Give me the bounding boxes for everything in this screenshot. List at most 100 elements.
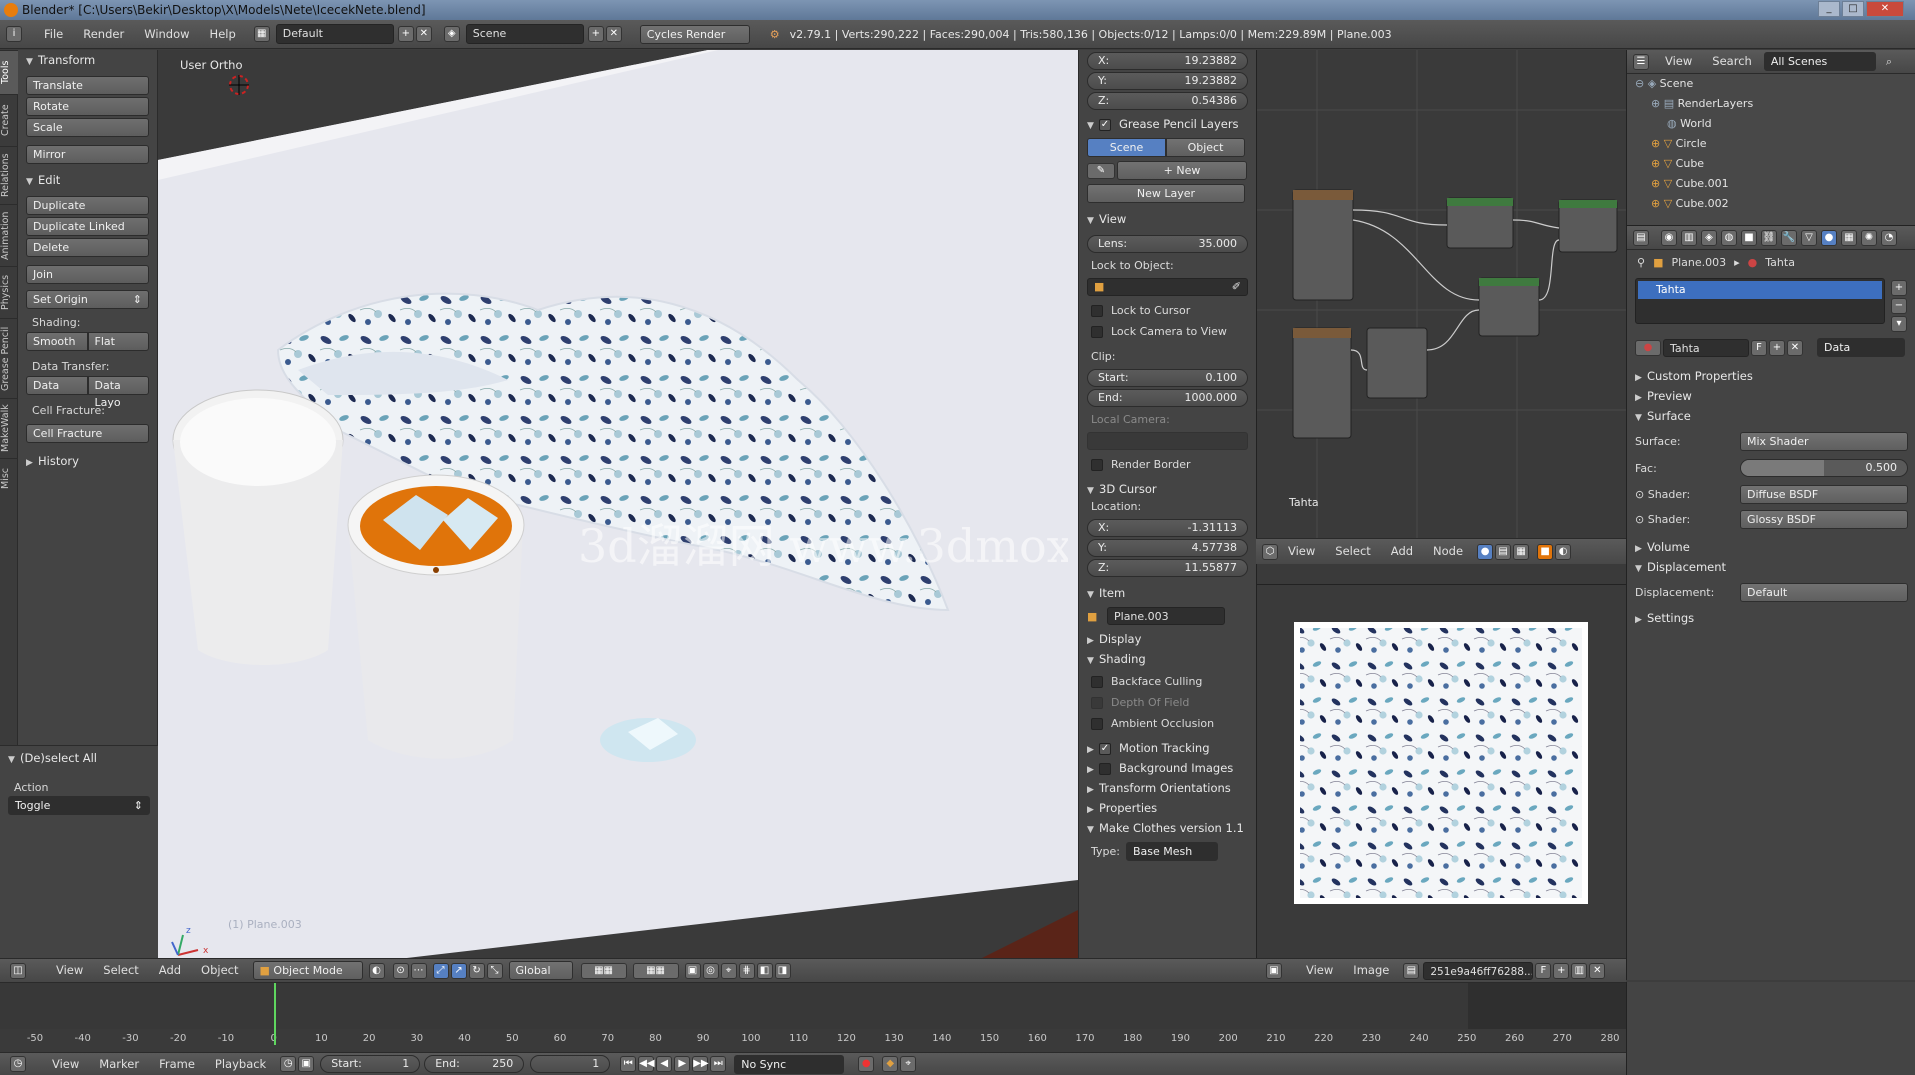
node-menu-add[interactable]: Add (1381, 537, 1423, 566)
cursor-x-field[interactable]: X: -1.31113 (1087, 519, 1248, 537)
snap-icon[interactable]: ⌖ (720, 962, 737, 979)
lock-object-field[interactable]: ■ ✐ (1087, 278, 1248, 296)
pencil-icon[interactable]: ✎ (1087, 162, 1115, 179)
material-tab-icon[interactable]: ● (1821, 229, 1837, 246)
playhead[interactable] (273, 983, 276, 1045)
keying-set-icon[interactable]: ◆ (882, 1056, 899, 1072)
pin-icon[interactable]: ⚲ (1637, 256, 1645, 269)
node-menu-view[interactable]: View (1278, 537, 1325, 566)
lens-field[interactable]: Lens: 35.000 (1087, 235, 1248, 253)
layers-grid2-icon[interactable]: ▦▦ (632, 962, 679, 979)
scale-manipulator-icon[interactable]: ⤡ (486, 962, 503, 979)
outliner-item-cube[interactable]: ⊕ ▽ Cube (1627, 154, 1915, 174)
backface-culling-checkbox[interactable]: Backface Culling (1079, 671, 1256, 692)
link-select[interactable]: Data (1817, 338, 1905, 357)
modifiers-tab-icon[interactable]: 🔧 (1781, 229, 1797, 246)
outliner-item-scene[interactable]: ⊖ ◈ Scene (1627, 74, 1915, 94)
make-clothes-header[interactable]: ▼ Make Clothes version 1.1 (1079, 818, 1256, 838)
render-engine-select[interactable]: Cycles Render (639, 24, 750, 44)
menu-file[interactable]: File (34, 20, 73, 49)
outliner-item-world[interactable]: ◍ World (1627, 114, 1915, 134)
texture-nodes-icon[interactable]: ▦ (1513, 543, 1530, 560)
sync-select[interactable]: No Sync (734, 1054, 845, 1074)
world-shader-icon[interactable]: ◐ (1555, 543, 1572, 560)
cursor-y-field[interactable]: Y: 4.57738 (1087, 539, 1248, 557)
rotate-manipulator-icon[interactable]: ↻ (468, 962, 485, 979)
view-panel-header[interactable]: ▼ View (1079, 209, 1256, 229)
gp-object-tab[interactable]: Object (1166, 138, 1245, 157)
scene-tab-icon[interactable]: ◈ (1701, 229, 1717, 246)
shading-panel-header[interactable]: ▼ Shading (1079, 649, 1256, 669)
timeline[interactable]: -50-40-30-20-100102030405060708090100110… (0, 982, 1628, 1052)
tab-makewalk[interactable]: MakeWalk (0, 398, 18, 458)
scene-icon[interactable]: ◈ (443, 26, 460, 42)
history-panel-header[interactable]: ▶ History (18, 451, 157, 471)
editor-type-icon[interactable]: ▣ (1266, 962, 1282, 979)
outliner-item-circle[interactable]: ⊕ ▽ Circle (1627, 134, 1915, 154)
tab-grease-pencil[interactable]: Grease Pencil (0, 318, 18, 398)
background-images-header[interactable]: ▶ Background Images (1079, 758, 1256, 778)
open-image-icon[interactable]: ▥ (1571, 962, 1588, 979)
displacement-header[interactable]: ▼ Displacement (1627, 557, 1915, 577)
play-icon[interactable]: ▶ (674, 1056, 691, 1072)
tab-animation[interactable]: Animation (0, 204, 18, 266)
fake-user-button[interactable]: F (1751, 339, 1767, 356)
jump-keyframe-back-icon[interactable]: ◀◀ (638, 1056, 655, 1072)
item-panel-header[interactable]: ▼ Item (1079, 583, 1256, 603)
timeline-menu-frame[interactable]: Frame (149, 1050, 205, 1075)
material-slot-item[interactable]: Tahta (1638, 281, 1882, 299)
data-tab-icon[interactable]: ▽ (1801, 229, 1817, 246)
object-tab-icon[interactable]: ■ (1741, 229, 1757, 246)
motion-tracking-checkbox[interactable]: ✓ (1099, 742, 1111, 755)
add-slot-icon[interactable]: + (1891, 280, 1907, 296)
mirror-button[interactable]: Mirror (26, 145, 149, 164)
timeline-menu-marker[interactable]: Marker (89, 1050, 149, 1075)
jump-start-icon[interactable]: ⏮ (620, 1056, 637, 1072)
displacement-select[interactable]: Default (1740, 583, 1908, 602)
editor-type-icon[interactable]: ☰ (1633, 53, 1649, 70)
type-select[interactable]: Base Mesh (1125, 842, 1218, 861)
remove-slot-icon[interactable]: − (1891, 298, 1907, 314)
menu-help[interactable]: Help (200, 20, 246, 49)
screen-layout-field[interactable]: Default (275, 24, 394, 44)
outliner-item-renderlayers[interactable]: ⊕ ▤ RenderLayers (1627, 94, 1915, 114)
image-fake-user-button[interactable]: F (1535, 962, 1552, 979)
add-layout-icon[interactable]: + (397, 26, 414, 42)
only-origins-icon[interactable]: ⋯ (410, 962, 427, 979)
preview-header[interactable]: ▶ Preview (1627, 386, 1915, 406)
preview-range-icon[interactable]: ◷ (280, 1056, 297, 1072)
image-menu-view[interactable]: View (1296, 956, 1343, 985)
scale-button[interactable]: Scale (26, 118, 149, 137)
pivot-icon[interactable]: ⊙ (392, 962, 409, 979)
record-icon[interactable]: ● (858, 1056, 875, 1072)
manipulator-icon[interactable]: ⤢ (432, 962, 449, 979)
translate-button[interactable]: Translate (26, 76, 149, 95)
image-browse-icon[interactable]: ▤ (1403, 962, 1420, 979)
tab-physics[interactable]: Physics (0, 266, 18, 318)
remove-scene-icon[interactable]: ✕ (605, 26, 622, 42)
layers-grid-icon[interactable]: ▦▦ (580, 962, 627, 979)
settings-header[interactable]: ▶ Settings (1627, 608, 1915, 628)
rotate-button[interactable]: Rotate (26, 97, 149, 116)
outliner-item-cube-002[interactable]: ⊕ ▽ Cube.002 (1627, 194, 1915, 214)
timeline-menu-playback[interactable]: Playback (205, 1050, 276, 1075)
view3d-menu-select[interactable]: Select (93, 956, 148, 985)
lock-layers-icon[interactable]: ▣ (684, 962, 701, 979)
clip-start-field[interactable]: Start: 0.100 (1087, 369, 1248, 387)
render-border-checkbox[interactable]: Render Border (1079, 454, 1256, 475)
scene-field[interactable]: Scene (465, 24, 584, 44)
surface-select[interactable]: Mix Shader (1740, 432, 1908, 451)
3d-cursor-panel-header[interactable]: ▼ 3D Cursor (1079, 479, 1256, 499)
outliner-menu-view[interactable]: View (1655, 47, 1702, 76)
material-slots-list[interactable]: Tahta (1635, 278, 1885, 324)
add-scene-icon[interactable]: + (587, 26, 604, 42)
tab-misc[interactable]: Misc (0, 458, 18, 498)
slot-menu-icon[interactable]: ▾ (1891, 316, 1907, 332)
dimension-x-field[interactable]: X: 19.23882 (1087, 52, 1248, 70)
flat-button[interactable]: Flat (87, 332, 149, 351)
item-name-field[interactable]: Plane.003 (1107, 607, 1225, 625)
transform-panel-header[interactable]: ▼ Transform (18, 50, 157, 70)
menu-window[interactable]: Window (134, 20, 199, 49)
new-material-icon[interactable]: + (1769, 339, 1785, 356)
opengl-anim-icon[interactable]: ◨ (774, 962, 791, 979)
